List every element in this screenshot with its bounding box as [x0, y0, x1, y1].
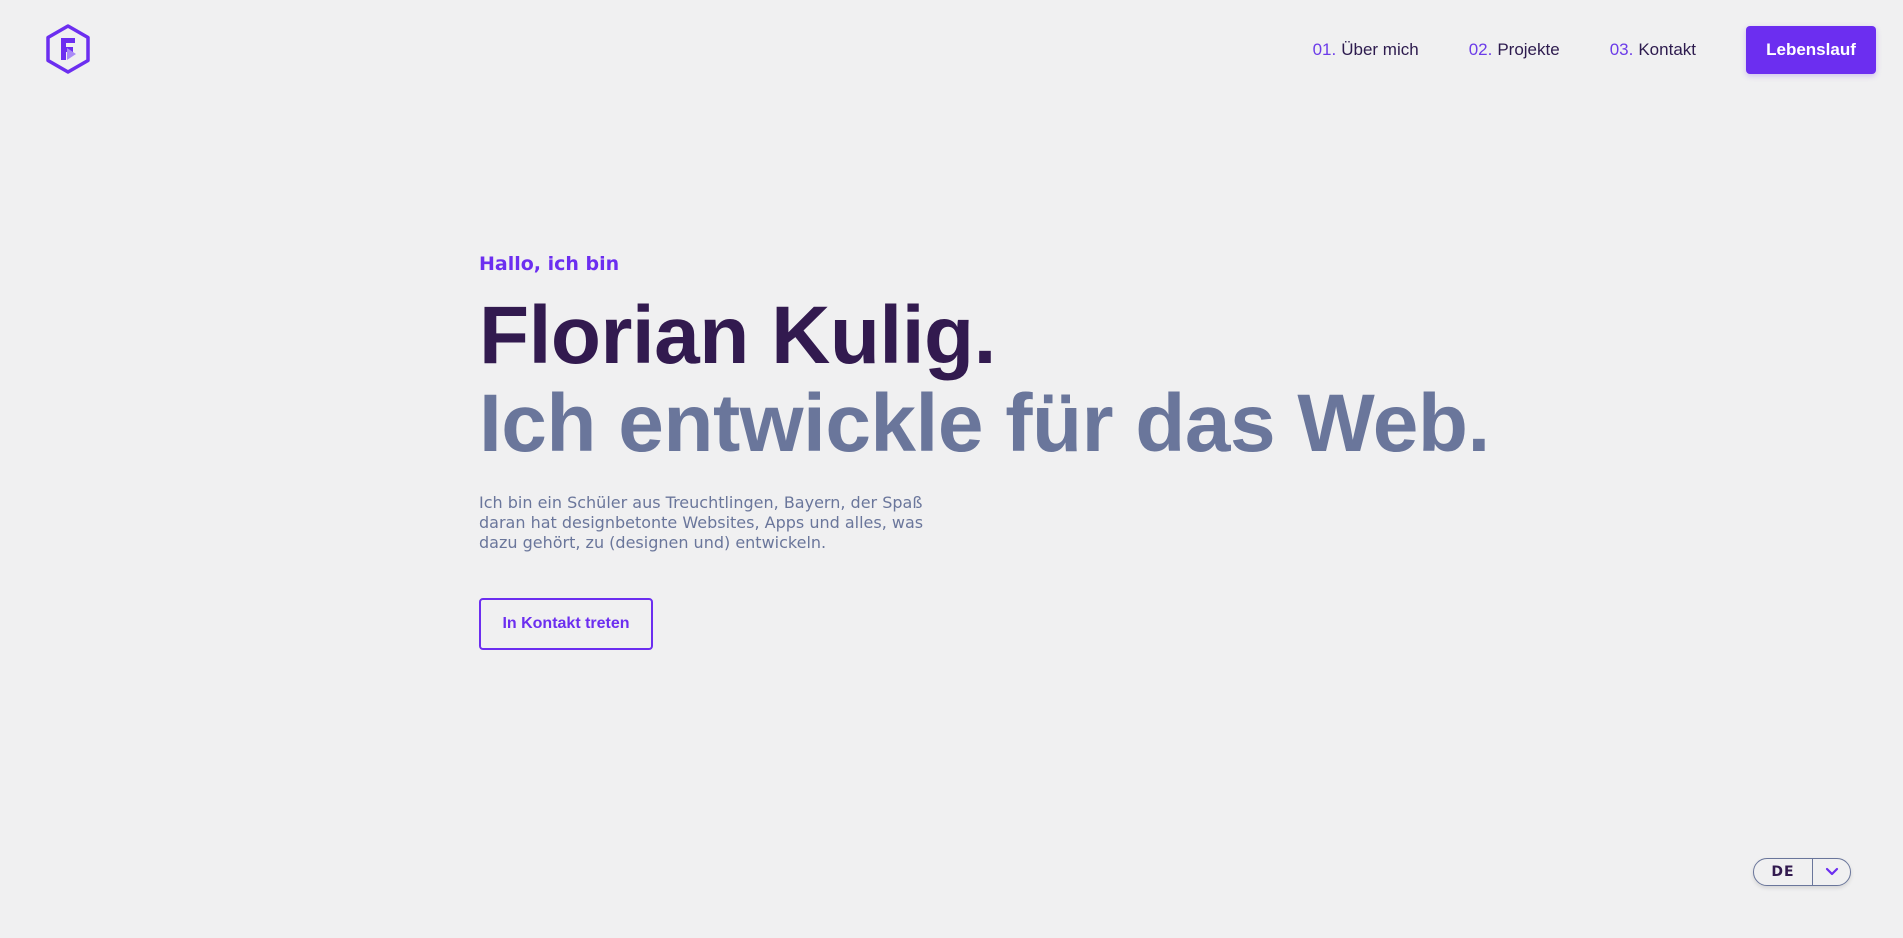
language-switcher[interactable]: DE: [1753, 858, 1851, 886]
hero-section: Hallo, ich bin Florian Kulig. Ich entwic…: [479, 250, 1579, 650]
hexagon-f-logo-icon[interactable]: [44, 24, 92, 74]
chevron-down-icon: [1825, 867, 1838, 876]
hero-bio: Ich bin ein Schüler aus Treuchtlingen, B…: [479, 493, 924, 552]
hero-greeting: Hallo, ich bin: [479, 253, 620, 275]
nav-label: Projekte: [1497, 40, 1560, 59]
language-selected: DE: [1771, 864, 1795, 880]
language-toggle[interactable]: [1813, 867, 1850, 877]
nav-number: 03.: [1609, 40, 1634, 59]
nav-link-kontakt[interactable]: 03. Kontakt: [1610, 40, 1696, 60]
cv-button[interactable]: Lebenslauf: [1746, 26, 1876, 74]
hero-tagline: Ich entwickle für das Web.: [479, 378, 1490, 469]
nav-label: Über mich: [1341, 40, 1419, 59]
main-nav: 01. Über mich 02. Projekte 03. Kontakt L…: [1313, 26, 1876, 74]
nav-label: Kontakt: [1638, 40, 1696, 59]
nav-link-projekte[interactable]: 02. Projekte: [1469, 40, 1560, 60]
nav-number: 02.: [1468, 40, 1493, 59]
nav-link-ueber-mich[interactable]: 01. Über mich: [1313, 40, 1419, 60]
hero-name: Florian Kulig.: [479, 290, 996, 381]
nav-number: 01.: [1312, 40, 1337, 59]
contact-button[interactable]: In Kontakt treten: [479, 598, 653, 650]
